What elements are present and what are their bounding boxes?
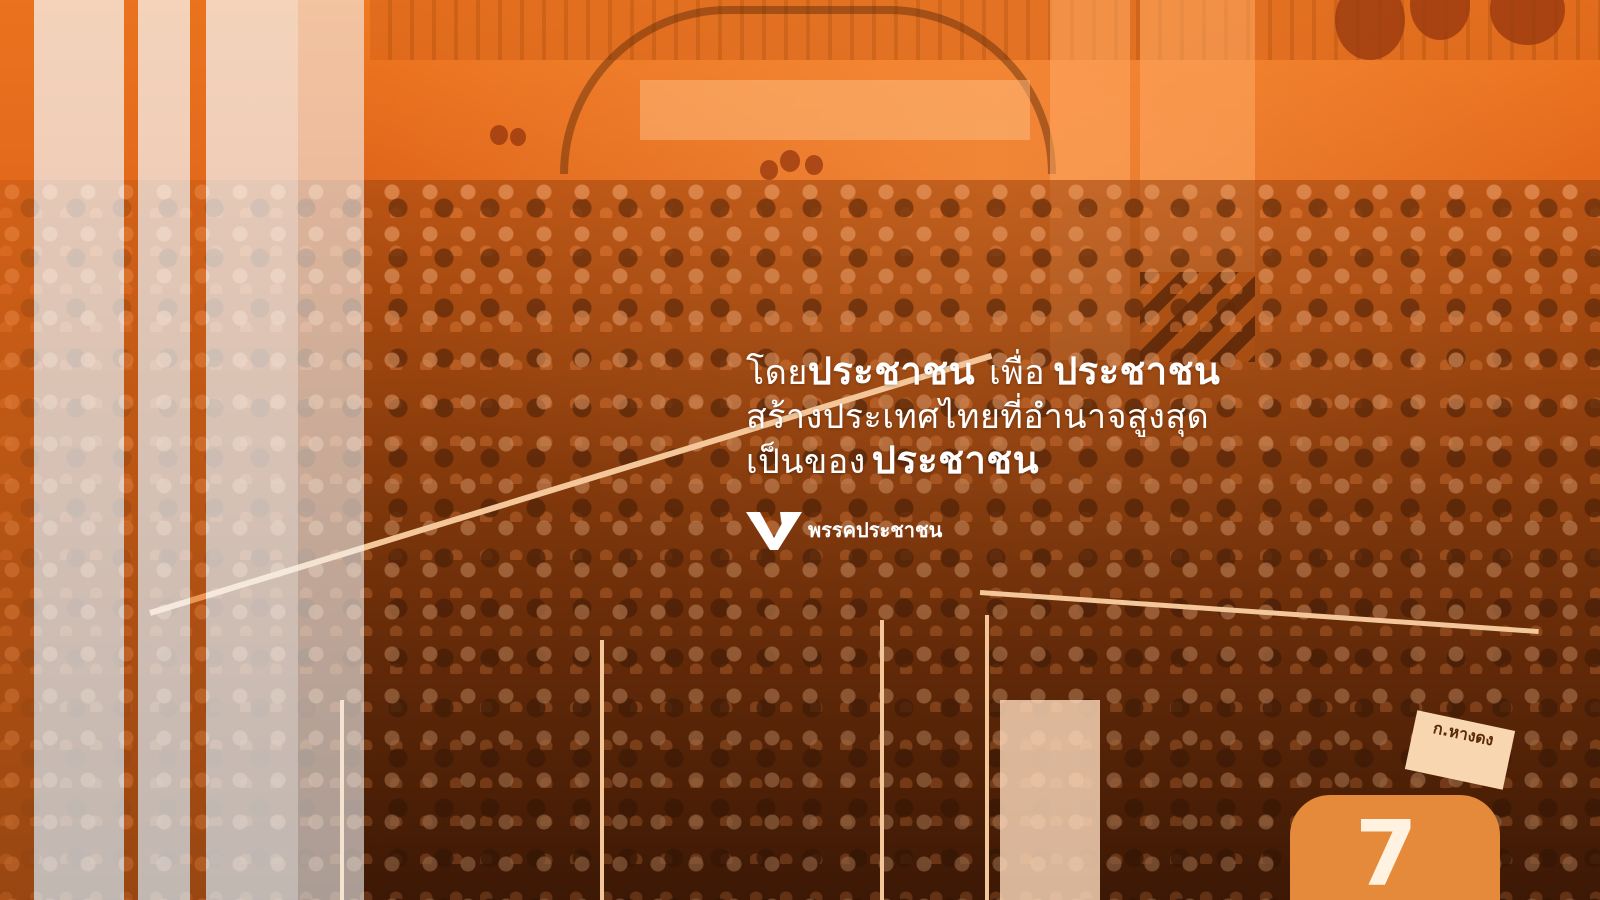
- party-name: พรรคประชาชน: [808, 520, 943, 542]
- overlay-stripe: [124, 0, 138, 900]
- overlay-stripe: [298, 0, 364, 900]
- headline-middle: เพื่อ: [989, 354, 1046, 392]
- barrier-post: [600, 640, 604, 900]
- overlay-stripe: [34, 0, 124, 900]
- balloon: [780, 150, 800, 172]
- headline-emphasis: ประชาชน: [871, 440, 1040, 482]
- overlay-stripe: [138, 0, 190, 900]
- overlay-stripe: [206, 0, 298, 900]
- shirt-number: 7: [1355, 802, 1418, 900]
- party-logo: พรรคประชาชน: [746, 508, 942, 552]
- balloon: [760, 160, 778, 180]
- headline-prefix: โดย: [746, 354, 808, 392]
- campaign-headline: โดยประชาชน เพื่อ ประชาชน สร้างประเทศไทยที่…: [746, 350, 1220, 484]
- overlay-stripe: [190, 0, 206, 900]
- headline-line-2: สร้างประเทศไทยที่อำนาจสูงสุด: [746, 398, 1210, 436]
- barrier-post: [880, 620, 884, 900]
- balloon: [510, 128, 526, 146]
- headline-prefix: เป็นของ: [746, 443, 866, 481]
- headline-emphasis: ประชาชน: [807, 351, 976, 393]
- party-v-mark-icon: [746, 512, 802, 550]
- barrier-post: [985, 615, 989, 900]
- table-box: [1000, 700, 1100, 900]
- headline-line-1: โดยประชาชน เพื่อ ประชาชน: [746, 350, 1220, 395]
- headline-line-3: เป็นของ ประชาชน: [746, 439, 1220, 484]
- white-stripe-overlay: [0, 0, 370, 900]
- balloon: [490, 125, 508, 145]
- overlay-stripe: [0, 0, 34, 900]
- hall-banner: [640, 80, 1030, 140]
- headline-emphasis: ประชาชน: [1053, 351, 1221, 393]
- balloon: [805, 155, 823, 175]
